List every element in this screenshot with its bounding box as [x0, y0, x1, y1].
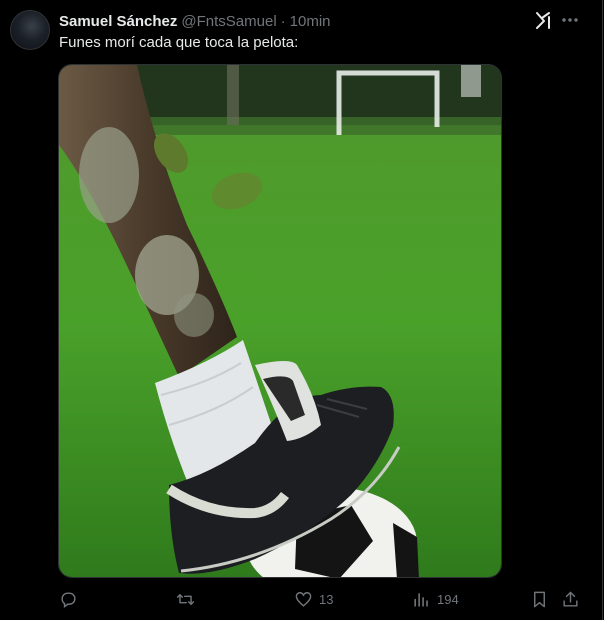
view-count: 194: [437, 592, 459, 607]
grok-icon[interactable]: [534, 10, 554, 30]
share-icon: [563, 591, 578, 607]
views-icon: [414, 593, 428, 607]
retweet-button[interactable]: [176, 590, 195, 609]
retweet-icon: [176, 594, 195, 605]
bookmark-icon: [534, 591, 545, 608]
tweet-photo[interactable]: [58, 64, 502, 578]
like-button[interactable]: 13: [294, 590, 333, 609]
views-button[interactable]: 194: [412, 590, 459, 609]
author-name[interactable]: Samuel Sánchez: [59, 13, 177, 30]
bookmark-button[interactable]: [530, 590, 549, 609]
more-icon[interactable]: [560, 10, 580, 30]
action-bar: 13 194: [0, 588, 604, 616]
avatar[interactable]: [10, 10, 50, 50]
tweet-header: Samuel Sánchez @FntsSamuel · 10min: [59, 11, 514, 31]
timeline-divider: [602, 0, 603, 620]
heart-icon: [295, 592, 312, 607]
tweet-text: Funes morí cada que toca la pelota:: [59, 34, 299, 51]
reply-icon: [61, 592, 76, 609]
reply-button[interactable]: [59, 590, 78, 609]
separator-dot: ·: [280, 12, 286, 30]
author-handle[interactable]: @FntsSamuel: [181, 13, 276, 30]
share-button[interactable]: [561, 590, 580, 609]
tweet-time[interactable]: 10min: [290, 13, 331, 30]
like-count: 13: [319, 592, 334, 607]
